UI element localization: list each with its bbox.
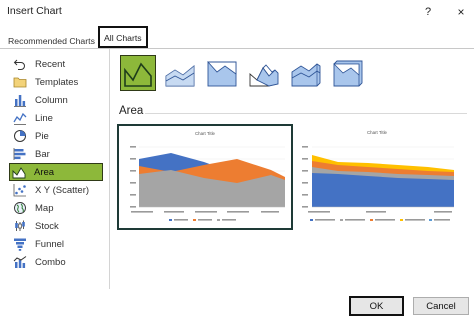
subtype-3d-stacked-area[interactable] [288,55,324,91]
3d-area-subtype-icon [249,64,279,87]
sidebar-item-pie[interactable]: Pie [11,127,107,145]
sidebar-item-label: Recent [35,58,66,70]
preview-chart-title: Chart Title [194,131,215,136]
line-chart-icon [11,111,29,125]
ok-button[interactable]: OK [349,296,404,316]
sidebar-item-bar[interactable]: Bar [11,145,107,163]
scatter-chart-icon [11,183,29,197]
3d-100-percent-stacked-area-subtype-icon [333,60,363,87]
sidebar-item-label: Area [34,166,55,178]
help-button[interactable]: ? [419,3,437,21]
preview-chart-title: Chart Title [366,130,387,135]
section-title: Area [119,105,144,117]
chart-preview-area[interactable]: Chart Title [117,124,293,230]
sidebar-item-label: Combo [35,256,66,268]
sidebar-item-label: Bar [35,148,50,160]
sidebar-item-label: Map [35,202,54,214]
dialog-title: Insert Chart [7,5,62,17]
3d-stacked-area-subtype-icon [291,63,321,87]
sidebar-item-line[interactable]: Line [11,109,107,127]
sidebar-item-label: Column [35,94,68,106]
chart-type-sidebar: Recent Templates Column Line Pie Bar Are… [0,49,110,289]
sidebar-item-area[interactable]: Area [9,163,103,181]
funnel-chart-icon [11,237,29,251]
title-bar: Insert Chart ? × [0,0,474,26]
sidebar-item-recent[interactable]: Recent [11,55,107,73]
folder-icon [11,75,29,89]
sidebar-item-scatter[interactable]: X Y (Scatter) [11,181,107,199]
area-chart-preview-graphic [130,146,285,221]
section-divider [145,113,467,114]
area-subtype-icon [124,62,152,87]
sidebar-item-map[interactable]: Map [11,199,107,217]
sidebar-item-label: X Y (Scatter) [35,184,90,196]
sidebar-item-column[interactable]: Column [11,91,107,109]
subtype-3d-100-percent-stacked-area[interactable] [330,55,366,91]
sidebar-item-label: Templates [35,76,79,88]
close-button[interactable]: × [452,3,470,21]
sidebar-item-label: Pie [35,130,49,142]
subtype-3d-area[interactable] [246,55,282,91]
column-chart-icon [11,93,29,107]
stock-chart-icon [11,219,29,233]
subtype-stacked-area[interactable] [162,55,198,91]
chart-type-panel: Area Chart Title Chart Title [111,49,474,289]
subtype-area[interactable] [120,55,156,91]
subtype-100-percent-stacked-area[interactable] [204,55,240,91]
combo-chart-icon [11,255,29,269]
bar-chart-icon [11,147,29,161]
sidebar-item-label: Stock [35,220,59,232]
sidebar-item-label: Funnel [35,238,65,250]
undo-arrow-icon [11,57,29,71]
globe-icon [11,201,29,215]
100-percent-stacked-area-subtype-icon [206,61,237,87]
pie-chart-icon [11,129,29,143]
sidebar-item-templates[interactable]: Templates [11,73,107,91]
chart-preview-stacked-area[interactable]: Chart Title [297,124,457,230]
stacked-area-subtype-icon [165,65,195,87]
cancel-button[interactable]: Cancel [413,297,469,315]
sidebar-item-stock[interactable]: Stock [11,217,107,235]
tab-all-charts[interactable]: All Charts [98,26,148,48]
stacked-area-chart-preview-graphic [302,146,454,221]
area-chart-icon [10,165,28,179]
sidebar-item-funnel[interactable]: Funnel [11,235,107,253]
sidebar-item-combo[interactable]: Combo [11,253,107,271]
sidebar-item-label: Line [35,112,53,124]
